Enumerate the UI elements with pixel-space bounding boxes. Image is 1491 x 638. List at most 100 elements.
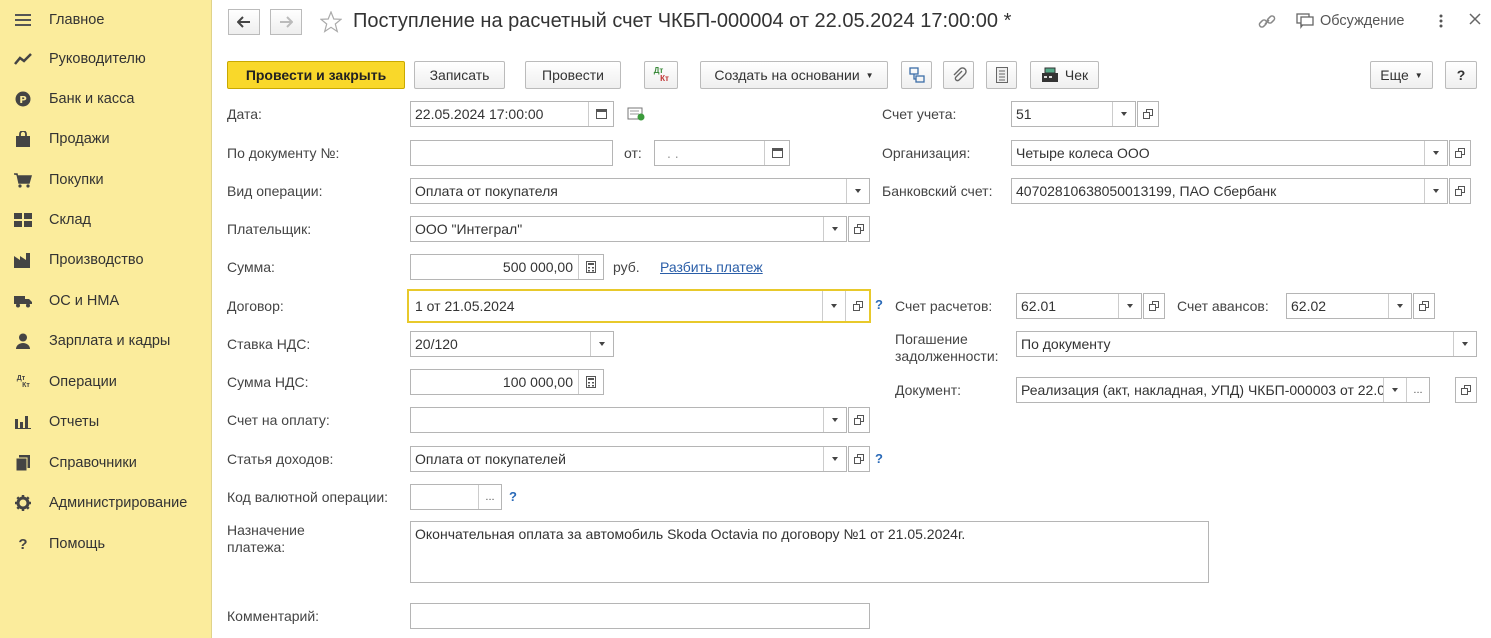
sidebar: Главное Руководителю P Банк и касса Прод… (0, 0, 212, 638)
sidebar-item-sales[interactable]: Продажи (0, 119, 211, 159)
amount-field[interactable]: 500 000,00 (410, 254, 604, 280)
structure-button[interactable] (901, 61, 932, 89)
vat-amount-value: 100 000,00 (502, 374, 573, 390)
income-item-select[interactable]: Оплата от покупателей (410, 446, 847, 472)
cash-register-icon (1041, 67, 1058, 82)
invoice-select[interactable] (410, 407, 847, 433)
open-organization-button[interactable] (1449, 140, 1471, 166)
sidebar-item-manager[interactable]: Руководителю (0, 39, 211, 79)
page-title: Поступление на расчетный счет ЧКБП-00000… (353, 10, 1012, 32)
select-document-button[interactable]: ... (1406, 378, 1429, 402)
post-button[interactable]: Провести (525, 61, 621, 89)
calculator-icon[interactable] (578, 255, 603, 279)
dropdown-arrow-icon[interactable] (1112, 102, 1135, 126)
favorite-star-icon[interactable] (319, 10, 343, 36)
post-and-close-button[interactable]: Провести и закрыть (227, 61, 405, 89)
contract-select[interactable]: 1 от 21.05.2024 (407, 289, 871, 323)
sidebar-item-warehouse[interactable]: Склад (0, 200, 211, 240)
sidebar-item-production[interactable]: Производство (0, 240, 211, 280)
open-account-button[interactable] (1137, 101, 1159, 127)
payer-select[interactable]: ООО "Интеграл" (410, 216, 847, 242)
dropdown-arrow-icon[interactable] (823, 217, 846, 241)
sidebar-item-administration[interactable]: Администрирование (0, 483, 211, 523)
back-button[interactable] (228, 9, 260, 35)
dropdown-arrow-icon[interactable] (846, 179, 869, 203)
calculator-icon[interactable] (578, 370, 603, 394)
dropdown-arrow-icon[interactable] (1424, 179, 1447, 203)
create-based-on-button[interactable]: Создать на основании ▼ (700, 61, 888, 89)
doc-number-label: По документу №: (227, 145, 340, 161)
forward-button[interactable] (270, 9, 302, 35)
save-button[interactable]: Записать (414, 61, 505, 89)
organization-select[interactable]: Четыре колеса ООО (1011, 140, 1448, 166)
open-document-button[interactable] (1455, 377, 1477, 403)
payment-purpose-textarea[interactable]: Окончательная оплата за автомобиль Skoda… (410, 521, 1209, 583)
open-invoice-button[interactable] (848, 407, 870, 433)
currency-code-field[interactable]: ... (410, 484, 502, 510)
settlement-account-select[interactable]: 62.01 (1016, 293, 1142, 319)
dropdown-arrow-icon[interactable] (1118, 294, 1141, 318)
print-button[interactable] (986, 61, 1017, 89)
more-button[interactable]: Еще ▼ (1370, 61, 1433, 89)
receipt-button[interactable]: Чек (1030, 61, 1099, 89)
dropdown-arrow-icon[interactable] (1383, 378, 1406, 402)
date-field[interactable]: 22.05.2024 17:00:00 (410, 101, 614, 127)
chevron-down-icon: ▼ (1414, 70, 1423, 80)
sidebar-item-directories[interactable]: Справочники (0, 443, 211, 483)
dropdown-arrow-icon[interactable] (1424, 141, 1447, 165)
advance-account-select[interactable]: 62.02 (1286, 293, 1412, 319)
select-currency-code-button[interactable]: ... (478, 485, 501, 509)
document-select[interactable]: Реализация (акт, накладная, УПД) ЧКБП-00… (1016, 377, 1430, 403)
attach-button[interactable] (943, 61, 974, 89)
account-label: Счет учета: (882, 106, 957, 122)
open-contract-button[interactable] (845, 291, 869, 321)
account-select[interactable]: 51 (1011, 101, 1136, 127)
bank-account-select[interactable]: 40702810638050013199, ПАО Сбербанк (1011, 178, 1448, 204)
arrow-right-icon (280, 16, 293, 28)
sidebar-item-reports[interactable]: Отчеты (0, 402, 211, 442)
sidebar-item-help[interactable]: ? Помощь (0, 524, 211, 564)
link-icon[interactable] (1258, 13, 1276, 31)
comment-field[interactable] (410, 603, 870, 629)
vat-amount-field[interactable]: 100 000,00 (410, 369, 604, 395)
discussion-button[interactable]: Обсуждение (1296, 13, 1404, 29)
arrow-left-icon (237, 16, 250, 28)
open-payer-button[interactable] (848, 216, 870, 242)
document-status-icon[interactable] (627, 107, 645, 124)
sidebar-item-operations[interactable]: Дт Кт Операции (0, 362, 211, 402)
sidebar-item-purchases[interactable]: Покупки (0, 160, 211, 200)
calendar-icon[interactable] (588, 102, 613, 126)
open-advance-account-button[interactable] (1413, 293, 1435, 319)
contract-help-icon[interactable]: ? (875, 297, 883, 312)
open-settlement-account-button[interactable] (1143, 293, 1165, 319)
dropdown-arrow-icon[interactable] (1388, 294, 1411, 318)
dt-kt-button[interactable]: Дт Кт (644, 61, 678, 89)
sidebar-item-main[interactable]: Главное (0, 0, 211, 40)
sidebar-item-fixed-assets[interactable]: ОС и НМА (0, 281, 211, 321)
vat-rate-select[interactable]: 20/120 (410, 331, 614, 357)
operation-type-select[interactable]: Оплата от покупателя (410, 178, 870, 204)
doc-number-field[interactable] (410, 140, 613, 166)
dropdown-arrow-icon[interactable] (590, 332, 613, 356)
split-payment-link[interactable]: Разбить платеж (660, 259, 763, 275)
dropdown-arrow-icon[interactable] (823, 408, 846, 432)
open-income-item-button[interactable] (848, 446, 870, 472)
sidebar-item-label: Справочники (49, 455, 137, 471)
currency-code-help-icon[interactable]: ? (509, 489, 517, 504)
sidebar-item-bank[interactable]: P Банк и касса (0, 79, 211, 119)
close-icon[interactable] (1469, 13, 1481, 25)
document-label: Документ: (895, 382, 961, 398)
sidebar-item-salary[interactable]: Зарплата и кадры (0, 321, 211, 361)
dropdown-arrow-icon[interactable] (823, 447, 846, 471)
calendar-icon[interactable] (764, 141, 789, 165)
dropdown-arrow-icon[interactable] (822, 291, 845, 321)
help-button[interactable]: ? (1445, 61, 1477, 89)
dropdown-arrow-icon[interactable] (1453, 332, 1476, 356)
more-vertical-icon[interactable] (1438, 13, 1444, 29)
repayment-select[interactable]: По документу (1016, 331, 1477, 357)
open-bank-account-button[interactable] (1449, 178, 1471, 204)
bank-account-value: 40702810638050013199, ПАО Сбербанк (1016, 183, 1277, 199)
from-date-field[interactable]: . . (654, 140, 790, 166)
income-item-help-icon[interactable]: ? (875, 451, 883, 466)
bank-account-label: Банковский счет: (882, 183, 993, 199)
